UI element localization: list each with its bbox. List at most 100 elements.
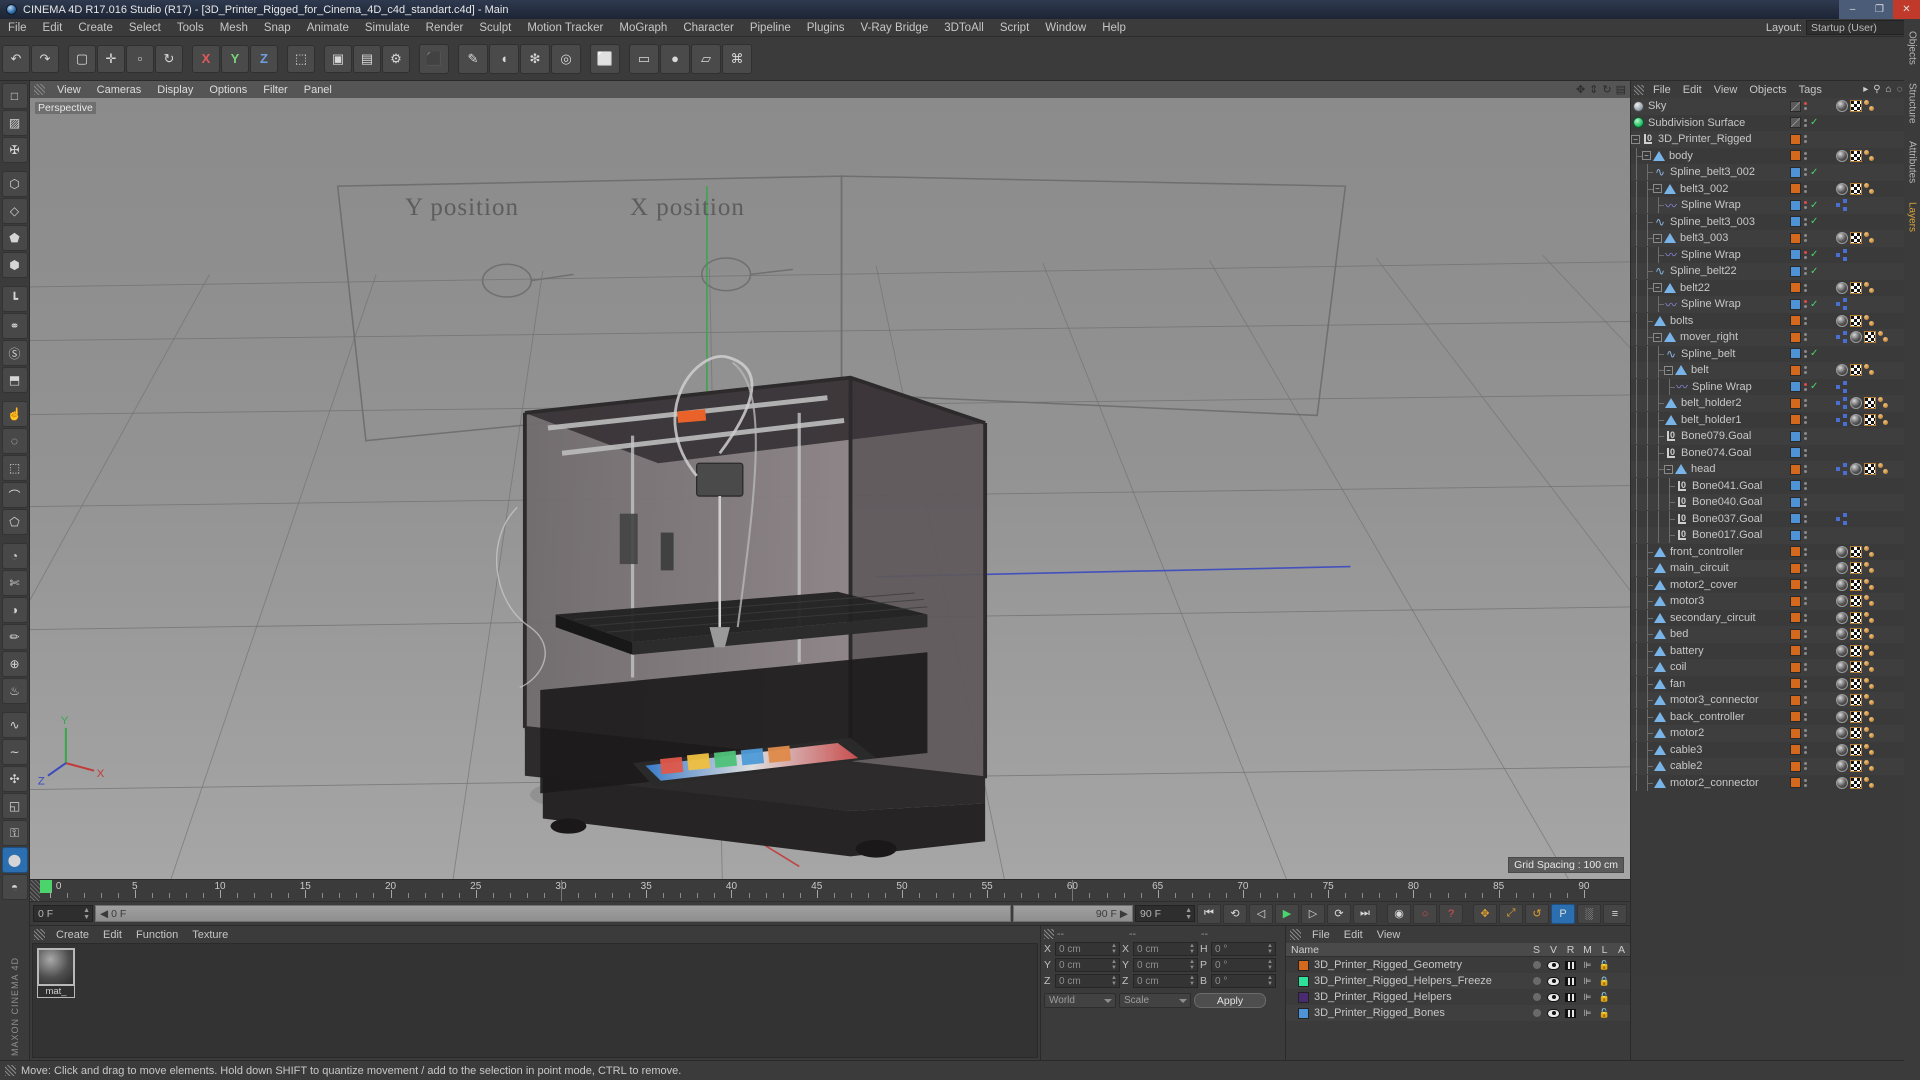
deformer-tag-icon[interactable]	[1836, 380, 1848, 393]
texture-tag-icon[interactable]	[1850, 760, 1862, 773]
smooth-button[interactable]: ∿	[1, 712, 28, 738]
object-layer-swatch[interactable]	[1790, 694, 1801, 706]
object-menu-view[interactable]: View	[1708, 84, 1744, 96]
visibility-dots-icon[interactable]	[1804, 118, 1807, 127]
object-row[interactable]: − mover_right	[1631, 329, 1920, 346]
menu-item-mograph[interactable]: MoGraph	[611, 19, 675, 37]
object-layer-swatch[interactable]	[1790, 480, 1801, 492]
expander-toggle[interactable]: −	[1642, 151, 1651, 161]
visibility-dots-icon[interactable]	[1804, 399, 1807, 408]
object-layer-swatch[interactable]	[1790, 150, 1801, 162]
object-layer-swatch[interactable]	[1790, 199, 1801, 211]
step-back-button[interactable]: ◁	[1249, 903, 1273, 924]
menu-item-select[interactable]: Select	[121, 19, 169, 37]
object-row[interactable]: 0 Bone079.Goal	[1631, 428, 1920, 445]
object-row[interactable]: 0 Bone074.Goal	[1631, 444, 1920, 462]
phong-tag-icon[interactable]	[1864, 644, 1876, 657]
visibility-dots-icon[interactable]	[1804, 465, 1807, 474]
stepper-icon[interactable]: ▲ ▼	[1111, 943, 1117, 955]
object-layer-swatch[interactable]	[1790, 397, 1801, 409]
weight-button[interactable]: ◑	[1, 597, 28, 623]
visibility-dots-icon[interactable]	[1804, 135, 1807, 144]
visibility-dots-icon[interactable]	[1804, 696, 1807, 705]
object-row[interactable]: 〰 Spline Wrap ✓	[1631, 197, 1920, 214]
object-layer-swatch[interactable]	[1790, 166, 1801, 178]
object-row[interactable]: −0 3D_Printer_Rigged	[1631, 131, 1920, 148]
deformer-tag-icon[interactable]	[1836, 397, 1848, 410]
phong-tag-icon[interactable]	[1864, 364, 1876, 376]
material-tag-icon[interactable]	[1850, 331, 1862, 344]
menu-item-tools[interactable]: Tools	[169, 19, 212, 37]
visibility-dots-icon[interactable]	[1804, 283, 1807, 292]
menu-item-sculpt[interactable]: Sculpt	[471, 19, 519, 37]
layer-manager-toggle[interactable]: ⊫	[1579, 976, 1596, 987]
rotation-key-button[interactable]: ↺	[1525, 903, 1549, 924]
deformer-tag-icon[interactable]	[1836, 331, 1848, 344]
texture-tag-icon[interactable]	[1864, 331, 1876, 344]
visibility-dots-icon[interactable]	[1804, 663, 1807, 672]
viewport-solo-button[interactable]: ⚭	[1, 313, 28, 339]
camera-button[interactable]: ▭	[629, 43, 659, 74]
phong-tag-icon[interactable]	[1864, 100, 1876, 112]
lock-button[interactable]: ⚿	[1, 820, 28, 846]
object-row[interactable]: − belt	[1631, 362, 1920, 379]
texture-tag-icon[interactable]	[1850, 562, 1862, 575]
lock-z-axis-button[interactable]: Z	[250, 44, 278, 73]
object-layer-swatch[interactable]	[1790, 562, 1801, 574]
layer-solo-toggle[interactable]	[1528, 1009, 1545, 1017]
material-tag-icon[interactable]	[1836, 149, 1848, 162]
phong-tag-icon[interactable]	[1864, 661, 1876, 673]
object-row[interactable]: − head	[1631, 461, 1920, 478]
material-tag-icon[interactable]	[1836, 595, 1848, 608]
visibility-dots-icon[interactable]	[1804, 547, 1807, 556]
object-layer-swatch[interactable]	[1790, 100, 1801, 112]
layer-row[interactable]: 3D_Printer_Rigged_Bones ⊫ 🔓	[1286, 1005, 1630, 1021]
redo-button[interactable]: ↷	[31, 44, 59, 73]
panel-grip-icon[interactable]	[5, 1065, 16, 1076]
deformer-tag-icon[interactable]	[1836, 413, 1848, 426]
cube-primitive-button[interactable]: ⬛	[419, 43, 449, 74]
object-layer-swatch[interactable]	[1790, 595, 1801, 607]
material-tag-icon[interactable]	[1836, 364, 1848, 377]
rotation-h-field[interactable]: 0 ° ▲ ▼	[1211, 942, 1276, 956]
object-axis-button[interactable]: ✠	[1, 137, 28, 163]
object-row[interactable]: − body	[1631, 147, 1920, 165]
object-row[interactable]: motor2_cover	[1631, 576, 1920, 594]
layer-menu-edit[interactable]: Edit	[1337, 929, 1370, 941]
lock-icon[interactable]: 🔓	[1596, 960, 1613, 971]
coordinate-system-select[interactable]: World	[1044, 993, 1116, 1008]
enable-axis-button[interactable]: ┗	[1, 286, 28, 312]
object-layer-swatch[interactable]	[1790, 216, 1801, 228]
menu-item-edit[interactable]: Edit	[35, 19, 71, 37]
live-select-button[interactable]: ◌	[1, 428, 28, 454]
expander-toggle[interactable]: −	[1653, 283, 1662, 293]
visibility-dots-icon[interactable]	[1804, 646, 1807, 655]
visibility-dots-icon[interactable]	[1804, 415, 1807, 424]
object-layer-swatch[interactable]	[1790, 430, 1801, 442]
object-layer-swatch[interactable]	[1790, 298, 1801, 310]
world-object-coord-button[interactable]: ⬚	[287, 44, 315, 73]
object-row[interactable]: battery	[1631, 642, 1920, 660]
material-list[interactable]: mat_	[32, 943, 1038, 1058]
zoom-icon[interactable]: ⇕	[1589, 83, 1598, 96]
phong-tag-icon[interactable]	[1878, 397, 1890, 409]
texture-tag-icon[interactable]	[1850, 727, 1862, 740]
layer-row[interactable]: 3D_Printer_Rigged_Helpers ⊫ 🔓	[1286, 989, 1630, 1005]
stepper-icon[interactable]: ▲ ▼	[1189, 943, 1195, 955]
visibility-dots-icon[interactable]	[1804, 745, 1807, 754]
visibility-dots-icon[interactable]	[1804, 679, 1807, 688]
menu-item-window[interactable]: Window	[1037, 19, 1094, 37]
object-layer-swatch[interactable]	[1790, 265, 1801, 277]
eye-icon[interactable]: ◌	[1897, 84, 1903, 95]
visibility-dots-icon[interactable]	[1804, 597, 1807, 606]
phong-tag-icon[interactable]	[1864, 760, 1876, 772]
maximize-button[interactable]: ❐	[1866, 0, 1893, 19]
size-z-field[interactable]: 0 cm ▲ ▼	[1133, 974, 1198, 988]
layer-render-toggle[interactable]	[1562, 960, 1579, 970]
floor-button[interactable]: ▱	[691, 43, 721, 74]
visibility-dots-icon[interactable]	[1804, 316, 1807, 325]
material-tag-icon[interactable]	[1836, 760, 1848, 773]
minimize-button[interactable]: –	[1839, 0, 1866, 19]
texture-tag-icon[interactable]	[1864, 397, 1876, 410]
object-row[interactable]: bolts	[1631, 312, 1920, 330]
